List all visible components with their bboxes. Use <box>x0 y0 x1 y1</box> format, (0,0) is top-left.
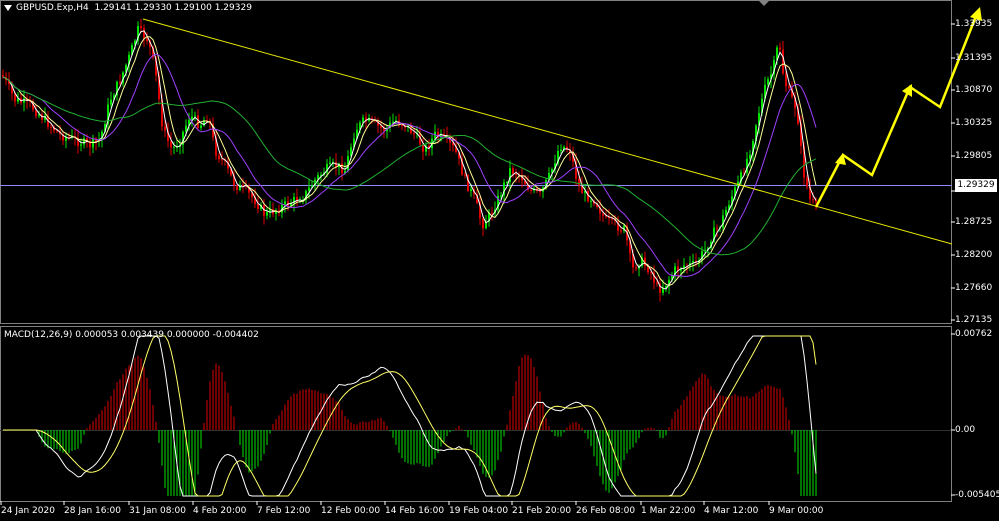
price-tick: 1.28200 <box>955 250 993 260</box>
candle-body <box>788 86 790 88</box>
time-label: 31 Jan 08:00 <box>129 506 186 516</box>
macd-histogram <box>38 354 817 496</box>
time-label: 26 Feb 08:00 <box>576 506 636 516</box>
candle-body <box>602 213 604 216</box>
candle-body <box>392 121 394 123</box>
time-label: 21 Feb 20:00 <box>512 506 572 516</box>
price-tick: 1.28725 <box>955 217 993 227</box>
symbol-label: GBPUSD.Exp,H4 <box>16 3 89 13</box>
chart-canvas[interactable] <box>0 0 999 521</box>
candle-body <box>656 282 658 284</box>
candle-body <box>530 189 532 191</box>
candle-body <box>767 79 769 85</box>
candle-body <box>146 38 148 42</box>
candle-body <box>413 133 415 135</box>
time-label: 24 Jan 2020 <box>1 506 55 516</box>
current-price-badge: 1.29329 <box>955 179 997 192</box>
ma-slow-line <box>2 53 817 277</box>
candle-body <box>470 189 472 191</box>
candle-body <box>620 230 622 232</box>
chart-header: GBPUSD.Exp,H4 1.29141 1.29330 1.29100 1.… <box>16 3 252 14</box>
time-label: 12 Feb 00:00 <box>321 506 381 516</box>
candle-body <box>197 115 199 128</box>
candle-body <box>500 195 502 197</box>
time-label: 19 Feb 04:00 <box>449 506 509 516</box>
macd-tick: 0.00 <box>955 425 976 435</box>
macd-panel-frame <box>0 326 952 502</box>
macd-signal-line <box>3 335 817 497</box>
time-label: 28 Jan 16:00 <box>64 506 121 516</box>
candle-body <box>806 177 808 187</box>
time-label: 14 Feb 16:00 <box>385 506 445 516</box>
candle-body <box>539 190 541 192</box>
candle-body <box>785 73 787 87</box>
candle-body <box>779 47 781 50</box>
ma-fast-line <box>2 30 817 290</box>
forecast-arrow-path <box>814 10 980 208</box>
price-tick: 1.27135 <box>955 315 993 325</box>
price-tick: 1.30325 <box>955 118 993 128</box>
candle-body <box>578 178 580 186</box>
candle-body <box>242 184 244 186</box>
time-label: 7 Feb 12:00 <box>257 506 311 516</box>
candle-body <box>515 174 517 176</box>
price-tick: 1.27660 <box>955 283 993 293</box>
candles-layer <box>2 19 817 302</box>
candle-body <box>266 211 268 216</box>
candle-body <box>110 99 112 105</box>
candle-body <box>200 125 202 128</box>
candle-body <box>143 28 145 39</box>
candle-body <box>329 162 331 165</box>
candle-body <box>491 212 493 214</box>
candle-body <box>512 168 514 175</box>
price-tick: 1.30870 <box>955 85 993 95</box>
price-tick: 1.31395 <box>955 53 993 63</box>
macd-label: MACD(12,26,9) 0.000053 0.003439 0.000000… <box>4 330 259 340</box>
macd-tick: 0.00762 <box>955 329 993 339</box>
candle-body <box>362 117 364 123</box>
candle-body <box>464 174 466 176</box>
candle-body <box>170 141 172 148</box>
candle-body <box>482 218 484 229</box>
candle-body <box>164 126 166 131</box>
chart-menu-icon[interactable] <box>4 5 12 11</box>
ohlc-values: 1.29141 1.29330 1.29100 1.29329 <box>94 3 252 13</box>
candle-body <box>590 200 592 202</box>
candle-body <box>83 138 85 145</box>
candle-body <box>236 185 238 191</box>
candle-body <box>140 26 142 29</box>
candle-body <box>716 227 718 229</box>
candle-body <box>218 155 220 160</box>
candle-body <box>506 181 508 183</box>
time-label: 4 Mar 12:00 <box>704 506 759 516</box>
candle-body <box>284 201 286 205</box>
candle-body <box>221 159 223 161</box>
candle-body <box>812 199 814 201</box>
candle-body <box>308 187 310 191</box>
candle-body <box>173 146 175 148</box>
time-label: 1 Mar 22:00 <box>641 506 696 516</box>
candle-body <box>635 267 637 269</box>
moving-averages-layer <box>2 30 817 290</box>
candle-body <box>50 126 52 128</box>
time-label: 9 Mar 00:00 <box>769 506 824 516</box>
candle-body <box>2 75 4 77</box>
macd-tick: -0.005405 <box>955 490 999 500</box>
candle-body <box>119 81 121 84</box>
ma-long-line <box>2 76 817 256</box>
time-label: 4 Feb 20:00 <box>193 506 247 516</box>
candle-body <box>560 149 562 152</box>
candle-body <box>194 115 196 117</box>
price-tick: 1.29805 <box>955 151 993 161</box>
candle-body <box>257 203 259 209</box>
scroll-marker-icon[interactable] <box>758 0 770 6</box>
price-tick: 1.33935 <box>955 19 993 29</box>
macd-line <box>3 335 817 497</box>
candle-body <box>401 124 403 126</box>
ma-mid-line <box>2 36 817 287</box>
candle-body <box>80 144 82 146</box>
